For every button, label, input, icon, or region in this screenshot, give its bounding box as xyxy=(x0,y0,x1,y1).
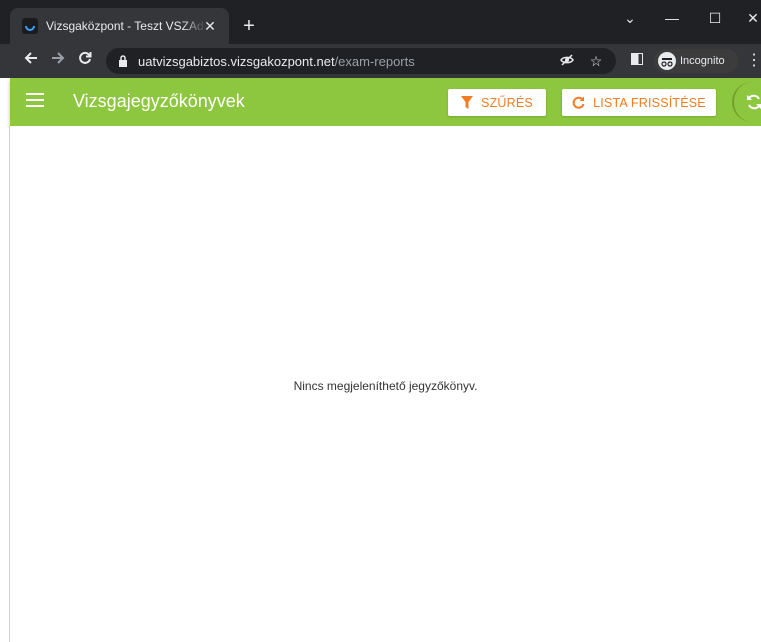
lock-icon xyxy=(119,55,127,67)
filter-button-label: SZŰRÉS xyxy=(481,95,533,110)
url-host: uatvizsgabiztos.vizsgakozpont.net xyxy=(138,53,335,69)
tab-title: Vizsgaközpont - Teszt VSZAdmin xyxy=(46,19,206,33)
url-text: uatvizsgabiztos.vizsgakozpont.net/exam-r… xyxy=(138,54,415,69)
minimize-button[interactable]: — xyxy=(652,4,692,32)
browser-tab[interactable]: Vizsgaközpont - Teszt VSZAdmin ✕ xyxy=(10,8,229,44)
new-tab-button[interactable]: + xyxy=(238,15,260,37)
reload-icon[interactable] xyxy=(74,50,96,72)
menu-icon[interactable] xyxy=(26,93,44,111)
star-icon[interactable]: ☆ xyxy=(588,53,604,69)
incognito-icon xyxy=(658,52,676,70)
favicon-icon xyxy=(22,18,38,34)
app-bar: Vizsgajegyzőkönyvek SZŰRÉS LISTA FRISSÍT… xyxy=(10,78,761,126)
maximize-button[interactable]: ☐ xyxy=(695,4,735,32)
refresh-button-label: LISTA FRISSÍTÉSE xyxy=(593,95,706,110)
refresh-icon xyxy=(572,96,585,109)
page-title: Vizsgajegyzőkönyvek xyxy=(73,91,245,111)
url-path: /exam-reports xyxy=(334,53,415,69)
close-window-button[interactable]: ✕ xyxy=(733,4,761,32)
browser-menu-icon[interactable]: ⋮ xyxy=(746,51,761,71)
browser-tab-strip: Vizsgaközpont - Teszt VSZAdmin ✕ + ⌄ — ☐… xyxy=(0,0,761,44)
incognito-label: Incognito xyxy=(680,55,725,67)
main-content: Nincs megjeleníthető jegyzőkönyv. xyxy=(10,126,761,642)
empty-state-message: Nincs megjeleníthető jegyzőkönyv. xyxy=(293,379,478,393)
filter-icon xyxy=(461,96,474,109)
sync-button[interactable] xyxy=(732,82,761,122)
sync-icon xyxy=(747,94,761,110)
address-bar[interactable]: uatvizsgabiztos.vizsgakozpont.net/exam-r… xyxy=(106,48,616,74)
filter-button[interactable]: SZŰRÉS xyxy=(448,89,546,116)
sidepanel-icon[interactable] xyxy=(626,50,648,72)
tab-close-icon[interactable]: ✕ xyxy=(201,17,219,35)
tab-search-icon[interactable]: ⌄ xyxy=(610,4,650,32)
eye-off-icon[interactable] xyxy=(559,53,575,69)
forward-arrow-icon[interactable] xyxy=(47,50,69,72)
browser-toolbar: uatvizsgabiztos.vizsgakozpont.net/exam-r… xyxy=(0,44,761,78)
incognito-badge[interactable]: Incognito xyxy=(654,49,738,73)
back-arrow-icon[interactable] xyxy=(20,50,42,72)
refresh-list-button[interactable]: LISTA FRISSÍTÉSE xyxy=(562,89,716,116)
